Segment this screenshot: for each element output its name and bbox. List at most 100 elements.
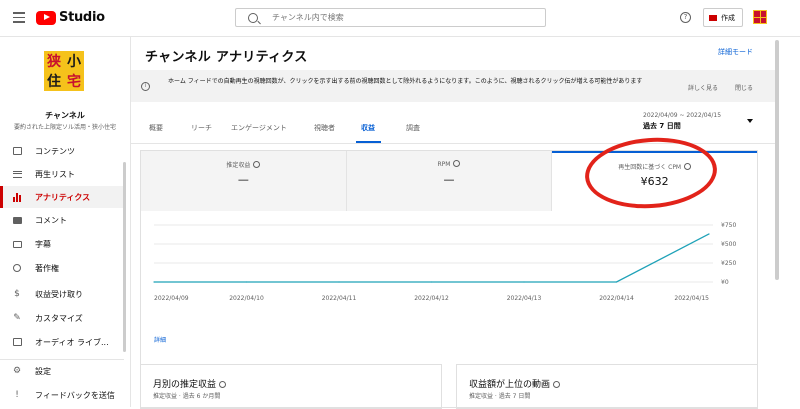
sidebar-item-label: 設定 xyxy=(35,366,51,376)
tab-reach[interactable]: リーチ xyxy=(191,123,212,133)
metric-label: RPM xyxy=(437,161,451,168)
data-point[interactable] xyxy=(430,281,433,283)
search-input[interactable] xyxy=(270,12,524,23)
see-more-link[interactable]: 詳細 xyxy=(154,335,166,344)
feedback-icon: ! xyxy=(15,390,19,400)
menu-icon[interactable] xyxy=(13,12,25,23)
search-icon xyxy=(248,12,258,23)
data-point[interactable] xyxy=(708,233,710,235)
logo-text: Studio xyxy=(59,10,105,25)
channel-avatar[interactable]: 狭 小 住 宅 xyxy=(44,51,84,91)
card-title: 収益額が上位の動画 xyxy=(469,380,551,390)
y-tick-label: ¥0 xyxy=(721,279,729,286)
magic-wand-icon: ✎ xyxy=(13,313,21,323)
clock-icon xyxy=(253,161,261,168)
account-avatar[interactable] xyxy=(753,10,767,24)
data-point[interactable] xyxy=(153,281,155,283)
sidebar-item-content[interactable]: コンテンツ xyxy=(0,140,124,162)
monthly-revenue-card[interactable]: 月別の推定収益 推定収益 · 過去 6 か月間 xyxy=(140,364,442,409)
sidebar-item-label: 字幕 xyxy=(35,239,51,249)
gear-icon: ⚙ xyxy=(12,366,22,376)
x-tick-label: 2022/04/14 xyxy=(599,295,634,302)
metric-value: — xyxy=(443,173,455,186)
advanced-mode-link[interactable]: 詳細モード xyxy=(718,47,753,57)
sidebar-item-label: コンテンツ xyxy=(35,146,75,156)
sidebar-item-label: カスタマイズ xyxy=(35,313,83,323)
sidebar-item-playlists[interactable]: 再生リスト xyxy=(0,163,124,185)
y-tick-label: ¥750 xyxy=(721,222,736,229)
data-point[interactable] xyxy=(338,281,340,283)
card-subtitle: 推定収益 · 過去 7 日間 xyxy=(469,393,531,400)
youtube-logo-icon xyxy=(36,10,56,25)
tab-revenue[interactable]: 収益 xyxy=(361,123,375,133)
copyright-icon xyxy=(12,264,22,273)
channel-subtitle: 要約された上限定ソル活用・狭小住宅 xyxy=(13,124,116,131)
card-title: 月別の推定収益 xyxy=(153,380,217,390)
data-point[interactable] xyxy=(615,281,618,283)
metric-label: 推定収益 xyxy=(226,162,251,169)
main-scrollbar[interactable] xyxy=(775,40,779,280)
x-tick-label: 2022/04/15 xyxy=(674,295,709,302)
sidebar-item-label: オーディオ ライブ... xyxy=(35,337,109,347)
sidebar-item-customize[interactable]: ✎ カスタマイズ xyxy=(0,307,124,329)
metric-estimated-revenue[interactable]: 推定収益 — xyxy=(141,151,347,211)
sidebar-item-analytics[interactable]: アナリティクス xyxy=(0,186,124,208)
x-tick-label: 2022/04/13 xyxy=(507,295,542,302)
tab-overview[interactable]: 概要 xyxy=(149,123,163,133)
sidebar-item-earn[interactable]: $ 収益受け取り xyxy=(0,283,124,305)
sidebar-item-copyright[interactable]: 著作権 xyxy=(0,257,124,279)
sidebar-item-label: 著作権 xyxy=(35,263,59,273)
sidebar-scrollbar[interactable] xyxy=(123,162,126,352)
metric-rpm[interactable]: RPM — xyxy=(346,151,553,211)
create-button[interactable]: 作成 xyxy=(703,8,743,27)
info-icon: i xyxy=(141,82,150,91)
banner-text: ホーム フィードでの自動再生の視聴回数が、クリックを示す出する前の視聴回数として… xyxy=(168,78,643,85)
dollar-icon: $ xyxy=(14,289,20,299)
clock-icon xyxy=(219,381,227,388)
x-tick-label: 2022/04/11 xyxy=(322,295,357,302)
data-point[interactable] xyxy=(245,281,248,283)
playlist-icon xyxy=(12,170,22,179)
studio-logo[interactable]: Studio xyxy=(36,10,105,25)
sidebar-item-subtitles[interactable]: 字幕 xyxy=(0,233,124,255)
sidebar-item-label: フィードバックを送信 xyxy=(35,390,115,400)
comment-icon xyxy=(12,216,22,225)
search-box[interactable] xyxy=(235,8,546,27)
tab-engagement[interactable]: エンゲージメント xyxy=(231,123,287,133)
create-label: 作成 xyxy=(721,13,735,22)
sidebar-item-audio-library[interactable]: オーディオ ライブ... xyxy=(0,331,124,353)
tab-research[interactable]: 調査 xyxy=(406,123,420,133)
help-icon[interactable]: ? xyxy=(680,12,691,23)
channel-avatar-char: 狭 xyxy=(47,54,61,70)
clock-icon xyxy=(453,160,461,167)
audio-library-icon xyxy=(12,338,22,347)
y-tick-label: ¥500 xyxy=(721,241,736,248)
sidebar-item-label: アナリティクス xyxy=(35,192,91,202)
subtitles-icon xyxy=(12,240,22,249)
content-icon xyxy=(12,147,22,156)
sidebar-item-label: 再生リスト xyxy=(35,169,75,179)
channel-avatar-char: 小 xyxy=(67,54,81,70)
channel-avatar-char: 宅 xyxy=(67,74,81,90)
analytics-icon xyxy=(12,192,22,202)
sidebar-item-settings[interactable]: ⚙ 設定 xyxy=(0,360,124,382)
card-subtitle: 推定収益 · 過去 6 か月間 xyxy=(153,393,221,400)
video-camera-icon xyxy=(709,14,717,21)
close-banner-button[interactable]: 閉じる xyxy=(735,83,753,92)
clock-icon xyxy=(553,381,561,388)
x-tick-label: 2022/04/10 xyxy=(229,295,264,302)
top-videos-card[interactable]: 収益額が上位の動画 推定収益 · 過去 7 日間 xyxy=(456,364,758,409)
x-tick-label: 2022/04/12 xyxy=(414,295,449,302)
page-title: チャンネル アナリティクス xyxy=(145,50,308,65)
metric-value: — xyxy=(237,173,249,186)
sidebar-item-label: 収益受け取り xyxy=(35,289,83,299)
channel-avatar-char: 住 xyxy=(47,74,61,90)
channel-name: チャンネル xyxy=(45,111,85,120)
sidebar-item-comments[interactable]: コメント xyxy=(0,209,124,231)
sidebar-item-feedback[interactable]: ! フィードバックを送信 xyxy=(0,384,124,406)
learn-more-button[interactable]: 詳しく見る xyxy=(688,83,718,92)
sidebar: 狭 小 住 宅 チャンネル 要約された上限定ソル活用・狭小住宅 コンテンツ 再生… xyxy=(0,37,131,407)
data-point[interactable] xyxy=(523,281,525,283)
series-line[interactable] xyxy=(154,233,710,283)
tab-audience[interactable]: 視聴者 xyxy=(314,123,335,133)
